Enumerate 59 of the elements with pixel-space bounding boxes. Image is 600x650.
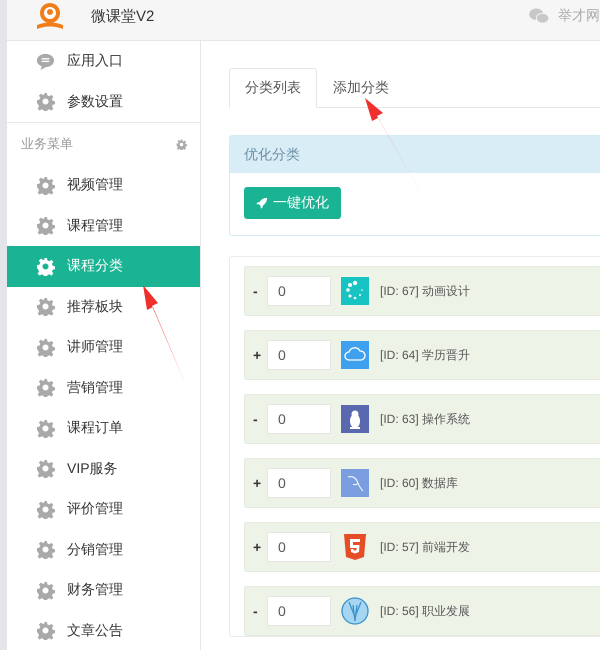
toggle-sign[interactable]: - <box>253 603 267 619</box>
sidebar-item[interactable]: 文章公告 <box>7 610 200 650</box>
section-heading: 业务菜单 <box>21 135 73 153</box>
gear-icon <box>36 540 55 560</box>
gear-icon <box>36 176 55 195</box>
gear-icon <box>36 216 55 236</box>
gear-icon <box>36 297 55 316</box>
toggle-sign[interactable]: + <box>253 347 267 363</box>
order-input[interactable]: 0 <box>267 532 331 562</box>
rocket-icon <box>256 197 268 209</box>
sidebar-item[interactable]: 应用入口 <box>7 41 200 82</box>
cloud-icon <box>341 341 369 369</box>
gear-icon <box>36 92 55 112</box>
panel-title: 优化分类 <box>244 146 300 164</box>
app-title: 微课堂V2 <box>91 6 154 26</box>
category-label: [ID: 57] 前端开发 <box>380 538 470 556</box>
order-input[interactable]: 0 <box>267 596 331 626</box>
gear-icon <box>36 621 55 640</box>
tie-icon <box>341 597 369 625</box>
sidebar-item[interactable]: 课程订单 <box>7 408 200 448</box>
gear-icon <box>36 500 55 519</box>
order-input[interactable]: 0 <box>267 468 331 498</box>
category-label: [ID: 63] 操作系统 <box>380 410 470 428</box>
sidebar-item[interactable]: 评价管理 <box>7 489 200 530</box>
penguin-icon <box>341 405 369 433</box>
tab[interactable]: 添加分类 <box>317 68 405 108</box>
tab[interactable]: 分类列表 <box>229 68 317 108</box>
order-input[interactable]: 0 <box>267 276 331 306</box>
order-input[interactable]: 0 <box>267 404 331 434</box>
sidebar-item[interactable]: 财务管理 <box>7 570 200 610</box>
gear-icon <box>36 459 55 478</box>
shield-five-icon <box>341 533 369 561</box>
gear-icon <box>36 256 55 276</box>
order-input[interactable]: 0 <box>267 340 331 370</box>
category-label: [ID: 67] 动画设计 <box>380 282 470 300</box>
settings-icon[interactable] <box>176 138 187 150</box>
toggle-sign[interactable]: - <box>253 411 267 427</box>
gear-icon <box>36 580 55 600</box>
sidebar-item[interactable]: 分销管理 <box>7 530 200 570</box>
gear-icon <box>36 418 55 438</box>
sidebar-item[interactable]: 营销管理 <box>7 368 200 408</box>
category-label: [ID: 56] 职业发展 <box>380 602 470 620</box>
dolphin-icon <box>341 469 369 497</box>
spinner-icon <box>341 277 369 305</box>
toggle-sign[interactable]: + <box>253 539 267 555</box>
gear-icon <box>36 338 55 357</box>
gear-icon <box>36 378 55 398</box>
sidebar-item[interactable]: 课程管理 <box>7 206 200 246</box>
sidebar-item[interactable]: 视频管理 <box>7 165 200 206</box>
toggle-sign[interactable]: - <box>253 283 267 299</box>
chat-icon <box>36 52 55 71</box>
sidebar-item[interactable]: 参数设置 <box>7 82 200 122</box>
toggle-sign[interactable]: + <box>253 475 267 491</box>
sidebar-item[interactable]: VIP服务 <box>7 448 200 489</box>
chat-bubbles-icon <box>529 8 549 24</box>
category-label: [ID: 64] 学历晋升 <box>380 346 470 364</box>
sidebar-item[interactable]: 讲师管理 <box>7 327 200 368</box>
sidebar-item[interactable]: 推荐板块 <box>7 286 200 327</box>
category-label: [ID: 60] 数据库 <box>380 474 458 492</box>
